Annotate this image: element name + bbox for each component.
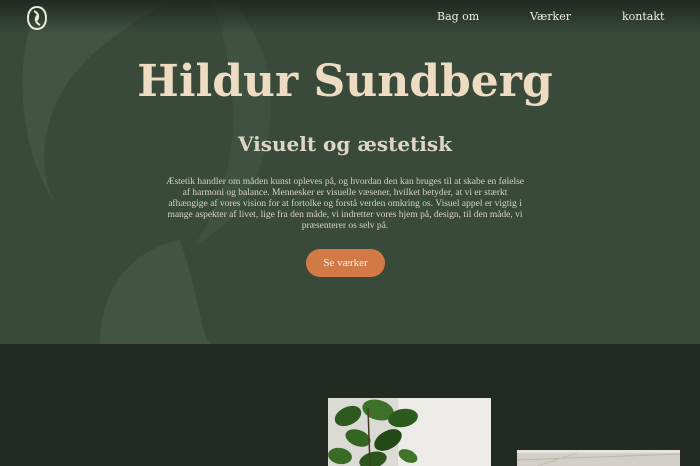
room-photo[interactable] (517, 450, 680, 466)
room-image-icon (517, 450, 680, 466)
nav-link-about[interactable]: Bag om (437, 10, 479, 23)
page-title: Hildur Sundberg (137, 56, 553, 107)
leaf-logo-icon[interactable] (27, 6, 47, 30)
hero-subtitle: Visuelt og æstetisk (237, 132, 453, 156)
plant-image-icon (328, 398, 491, 466)
hero-description: Æstetik handler om måden kunst opleves p… (166, 177, 525, 231)
navbar: Bag om Værker kontakt (0, 0, 700, 34)
hero-section: Bag om Værker kontakt Hildur Sundberg Vi… (0, 0, 700, 344)
nav-link-contact[interactable]: kontakt (622, 10, 664, 23)
see-works-button[interactable]: Se værker (306, 249, 385, 277)
plant-photo[interactable] (328, 398, 491, 466)
background-leaf-mark-icon (22, 0, 271, 344)
nav-link-works[interactable]: Værker (530, 10, 571, 23)
